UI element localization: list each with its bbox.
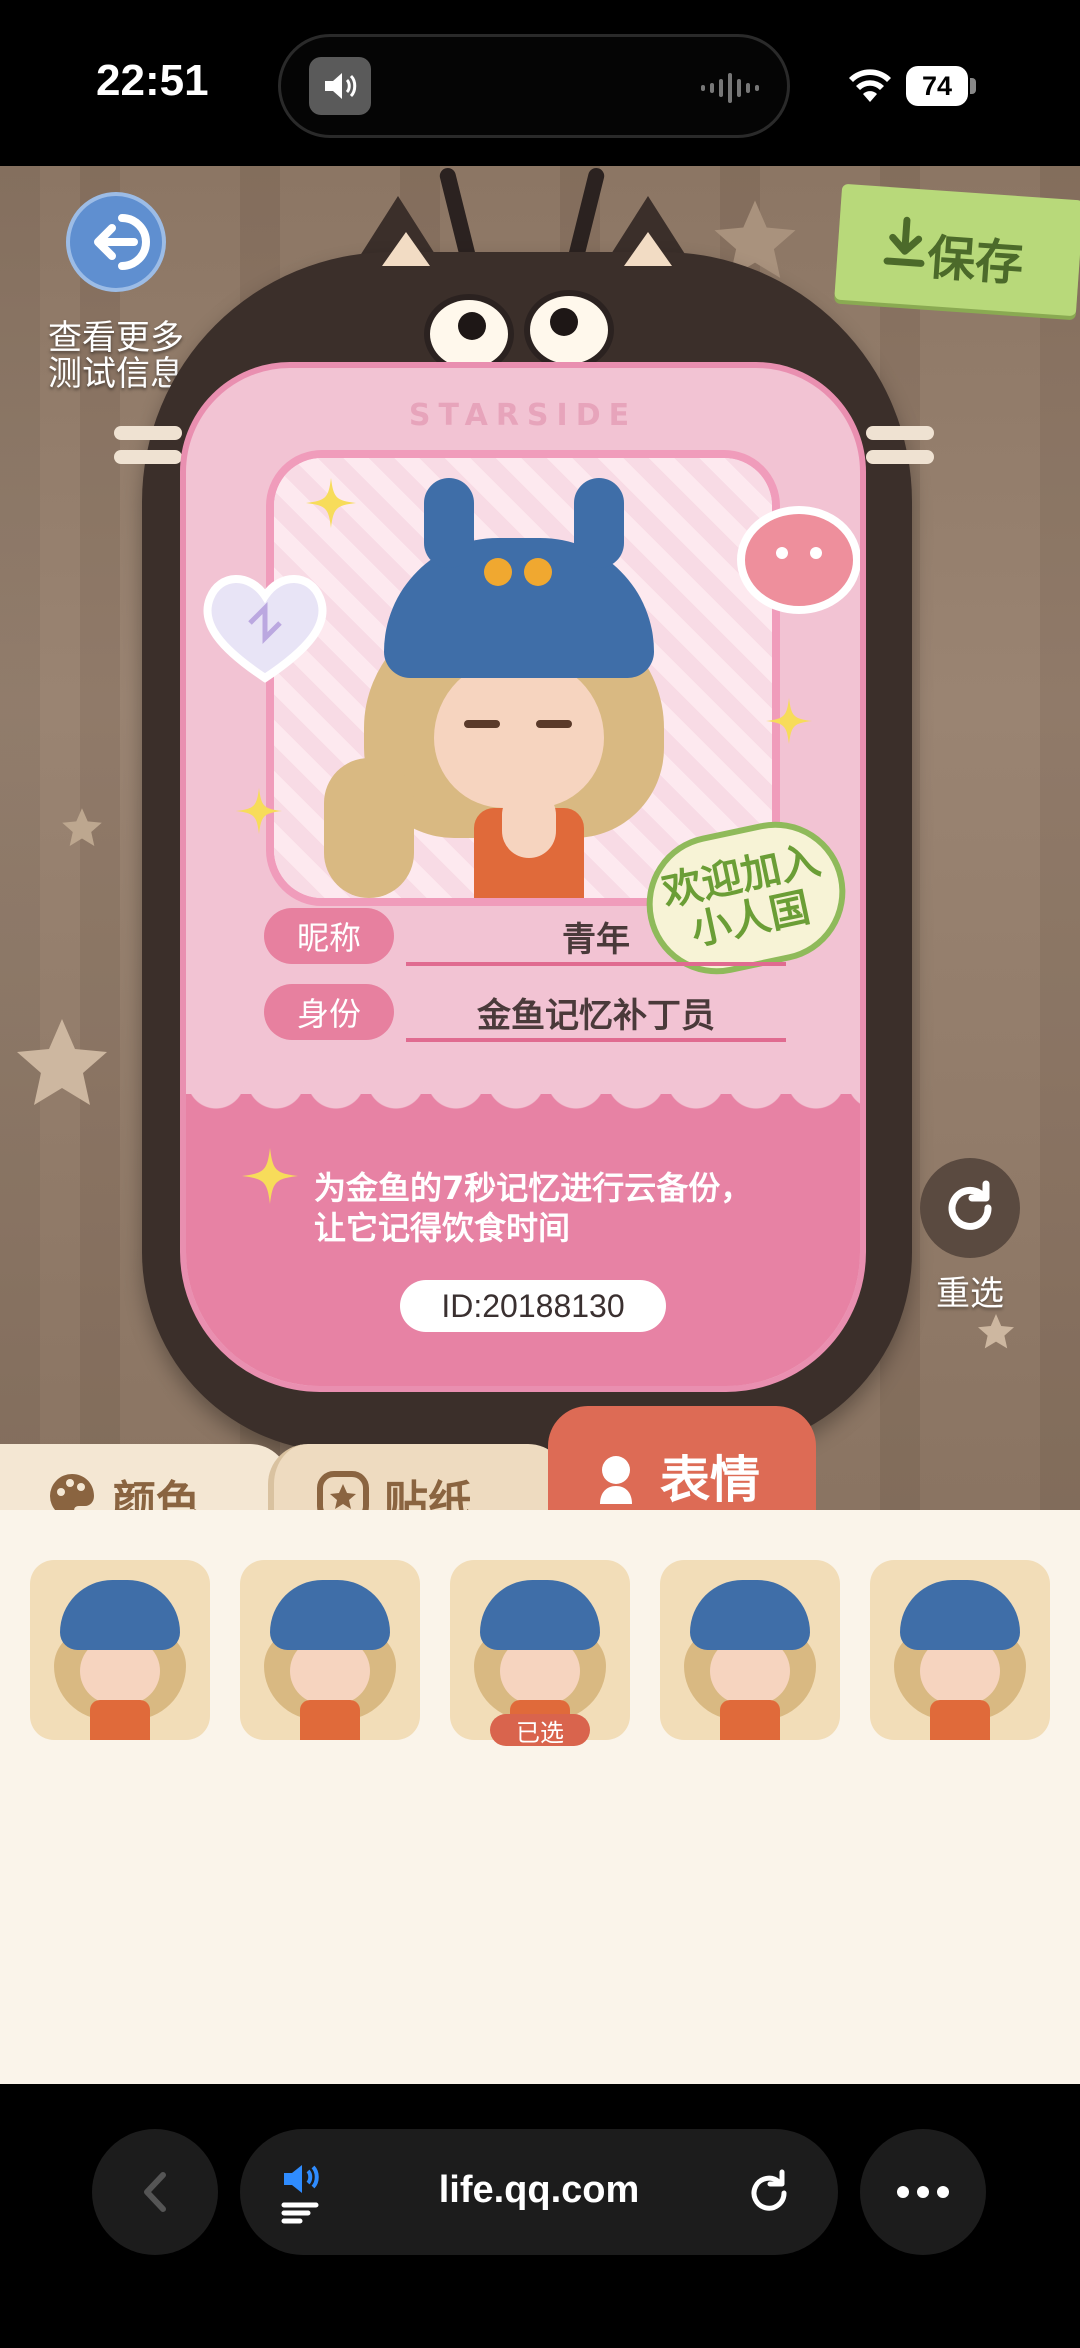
expression-option-2[interactable]	[240, 1560, 420, 1740]
card-wave-edge	[186, 1080, 860, 1116]
wifi-icon	[846, 66, 894, 108]
card-handle-right	[866, 426, 934, 440]
speaker-icon	[309, 57, 371, 115]
identity-description: 为金鱼的7秒记忆进行云备份，让它记得饮食时间	[314, 1169, 753, 1247]
expression-option-4[interactable]	[660, 1560, 840, 1740]
status-bar: 22:51 74	[0, 0, 1080, 166]
back-button[interactable]	[92, 2129, 218, 2255]
browser-toolbar: life.qq.com	[0, 2084, 1080, 2348]
hat-button	[484, 558, 512, 586]
star-decoration-icon	[978, 1314, 1014, 1349]
sparkle-icon	[766, 698, 812, 744]
card-handle-left	[114, 426, 182, 440]
card-stage-background: 查看更多 测试信息 保存 STARSIDE 欢迎加入 小人国 昵称 青年 身份 …	[0, 166, 1080, 1511]
heart-sticker-icon	[203, 575, 327, 683]
address-bar[interactable]: life.qq.com	[240, 2129, 838, 2255]
nickname-row: 昵称 青年	[264, 908, 804, 966]
card-handle-left	[114, 450, 182, 464]
character-braid	[324, 758, 414, 898]
selected-badge: 已选	[490, 1714, 590, 1747]
expression-panel: 已选	[0, 1510, 1080, 2084]
identity-underline	[406, 1038, 786, 1042]
identity-value: 金鱼记忆补丁员	[477, 996, 715, 1036]
web-content: 查看更多 测试信息 保存 STARSIDE 欢迎加入 小人国 昵称 青年 身份 …	[0, 166, 1080, 2084]
wall-stripe	[1040, 166, 1080, 1511]
save-button[interactable]: 保存	[834, 183, 1080, 317]
sparkle-icon	[306, 478, 356, 528]
character-face	[434, 658, 604, 808]
reselect-button[interactable]: 重选	[920, 1158, 1020, 1318]
character-icon	[600, 1456, 632, 1504]
character-hands	[502, 788, 556, 858]
expression-option-1[interactable]	[30, 1560, 210, 1740]
hat-ear	[574, 478, 624, 568]
save-label: 保存	[925, 229, 1026, 293]
nickname-value: 青年	[562, 920, 630, 960]
star-decoration-icon	[62, 808, 102, 847]
brand-text: STARSIDE	[408, 398, 638, 433]
more-test-info-button[interactable]: 查看更多 测试信息	[44, 190, 184, 392]
reselect-label: 重选	[936, 1274, 1004, 1314]
cat-eye-right	[524, 290, 614, 370]
dynamic-island	[278, 34, 790, 138]
reload-icon[interactable]	[744, 2167, 794, 2217]
identity-tag: 身份	[264, 984, 394, 1040]
identity-row: 身份 金鱼记忆补丁员	[264, 984, 804, 1042]
more-dots-icon	[897, 2186, 949, 2198]
character-eye	[464, 720, 500, 728]
nickname-tag: 昵称	[264, 908, 394, 964]
battery-tip	[970, 78, 976, 94]
more-test-info-label: 查看更多 测试信息	[48, 318, 184, 394]
character-eye	[536, 720, 572, 728]
tab-expression-label: 表情	[660, 1451, 760, 1509]
chevron-left-icon	[144, 2172, 166, 2212]
expression-option-3[interactable]: 已选	[450, 1560, 630, 1747]
hat-button	[524, 558, 552, 586]
id-card: STARSIDE 欢迎加入 小人国 昵称 青年 身份 金鱼记忆补丁员 为金鱼的7…	[180, 362, 866, 1392]
star-decoration-icon	[17, 1019, 107, 1105]
exit-arrow-icon	[66, 192, 166, 292]
user-id-badge: ID:20188130	[400, 1280, 666, 1332]
cat-ear-inner	[382, 232, 430, 266]
sparkle-icon	[242, 1148, 298, 1204]
expression-option-5[interactable]	[870, 1560, 1050, 1740]
pink-cat-sticker-icon	[737, 506, 860, 614]
hat-ear	[424, 478, 474, 568]
card-handle-right	[866, 450, 934, 464]
more-options-button[interactable]	[860, 2129, 986, 2255]
refresh-icon	[920, 1158, 1020, 1258]
nickname-underline	[406, 962, 786, 966]
cat-ear-inner	[624, 232, 672, 266]
download-icon	[883, 216, 925, 267]
status-time: 22:51	[96, 56, 209, 105]
audio-wave-icon	[701, 71, 761, 109]
sparkle-icon	[236, 788, 282, 834]
customize-tabs: 颜色 贴纸 表情	[0, 1400, 1080, 1554]
battery-indicator: 74	[906, 66, 968, 106]
